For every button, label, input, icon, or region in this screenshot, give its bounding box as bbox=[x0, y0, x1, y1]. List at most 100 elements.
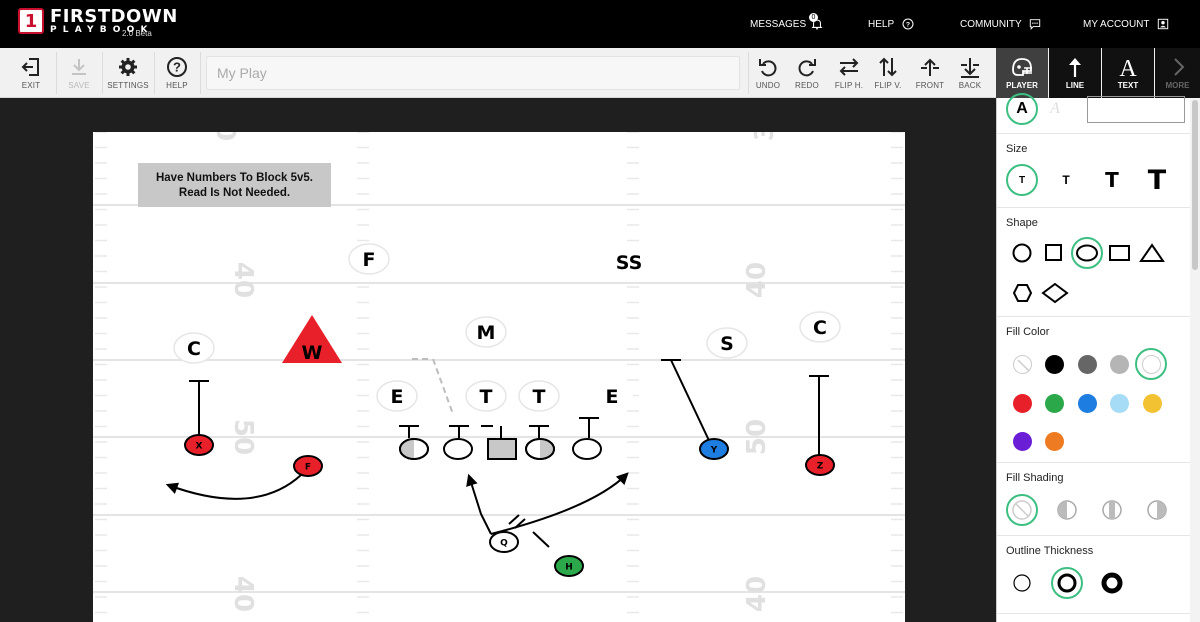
defender-ss[interactable]: SS bbox=[608, 246, 650, 278]
text-color-input[interactable] bbox=[1087, 96, 1185, 123]
undo-button[interactable]: UNDO bbox=[752, 48, 784, 98]
swatch-light-gray[interactable] bbox=[1110, 355, 1129, 374]
community-link[interactable]: COMMUNITY bbox=[960, 0, 1041, 48]
shading-right-option[interactable] bbox=[1147, 500, 1167, 520]
tab-player[interactable]: PLAYER bbox=[996, 48, 1048, 98]
flip-vertical-button[interactable]: FLIP V. bbox=[871, 48, 905, 98]
route-h[interactable] bbox=[532, 531, 550, 548]
defender-w[interactable]: W bbox=[282, 315, 342, 364]
defender-t-right[interactable]: T bbox=[518, 380, 560, 412]
messages-link[interactable]: MESSAGES 0 bbox=[750, 0, 823, 48]
send-back-button[interactable]: BACK bbox=[953, 48, 987, 98]
text-icon: A bbox=[1119, 56, 1137, 78]
shape-square-option[interactable] bbox=[1045, 244, 1062, 261]
shape-oval-option[interactable] bbox=[1076, 244, 1098, 262]
size-large-option[interactable]: T bbox=[1096, 164, 1128, 196]
shape-triangle-option[interactable] bbox=[1139, 243, 1165, 262]
yard-number: 3 bbox=[750, 132, 780, 141]
swatch-yellow[interactable] bbox=[1143, 394, 1162, 413]
redo-button[interactable]: REDO bbox=[791, 48, 823, 98]
player-lg[interactable] bbox=[443, 438, 473, 460]
shading-options[interactable] bbox=[997, 491, 1191, 531]
player-f[interactable]: F bbox=[293, 455, 323, 477]
bold-text-option[interactable]: A bbox=[1006, 93, 1038, 125]
flip-horizontal-button[interactable]: FLIP H. bbox=[830, 48, 868, 98]
help-button[interactable]: ? HELP bbox=[160, 48, 194, 98]
size-medium-option[interactable]: T bbox=[1050, 164, 1082, 196]
light-text-option[interactable]: A bbox=[1039, 93, 1071, 125]
toolbar-divider bbox=[200, 52, 201, 94]
player-q[interactable]: Q bbox=[489, 531, 519, 553]
player-y[interactable]: Y bbox=[699, 438, 729, 460]
panel-scroll-thumb[interactable] bbox=[1192, 100, 1198, 270]
shading-none-option[interactable] bbox=[1012, 500, 1032, 520]
bring-front-button[interactable]: FRONT bbox=[913, 48, 947, 98]
route-f-arc[interactable] bbox=[165, 474, 302, 500]
app-window: 1 FIRSTDOWN PLAYBOOK 2.0 Beta MESSAGES 0… bbox=[0, 0, 1200, 622]
outline-options[interactable] bbox=[997, 566, 1191, 606]
swatch-green[interactable] bbox=[1045, 394, 1064, 413]
shape-options[interactable] bbox=[997, 234, 1191, 314]
size-small-option[interactable]: T bbox=[1006, 164, 1038, 196]
shape-diamond-option[interactable] bbox=[1041, 282, 1069, 304]
tab-text[interactable]: A TEXT bbox=[1102, 48, 1154, 98]
shape-hexagon-option[interactable] bbox=[1012, 284, 1033, 302]
route-y-block[interactable] bbox=[661, 359, 714, 450]
play-note[interactable]: Have Numbers To Block 5v5. Read Is Not N… bbox=[138, 163, 331, 207]
swatch-black[interactable] bbox=[1045, 355, 1064, 374]
swatch-white-selected[interactable] bbox=[1135, 348, 1167, 380]
help-link[interactable]: HELP ? bbox=[868, 0, 914, 48]
settings-button[interactable]: SETTINGS bbox=[106, 48, 150, 98]
play-field[interactable]: 0 3 40 40 50 50 40 40 Have Numbers To Bl… bbox=[93, 123, 905, 622]
outline-medium-option[interactable] bbox=[1057, 573, 1077, 593]
route-z-block[interactable] bbox=[809, 375, 829, 465]
outline-thin-option[interactable] bbox=[1013, 574, 1031, 592]
logo[interactable]: 1 FIRSTDOWN PLAYBOOK bbox=[18, 8, 178, 36]
save-button[interactable]: SAVE bbox=[62, 48, 96, 98]
tab-line[interactable]: LINE bbox=[1049, 48, 1101, 98]
swatch-orange[interactable] bbox=[1045, 432, 1064, 451]
defender-e-right[interactable]: E bbox=[591, 380, 633, 412]
route-q-left[interactable] bbox=[466, 473, 492, 535]
swatch-none[interactable] bbox=[1013, 355, 1032, 374]
field-diagram[interactable]: 0 3 40 40 50 50 40 40 Have Numbers To Bl… bbox=[93, 123, 905, 622]
version-label: 2.0 Beta bbox=[122, 29, 152, 38]
player-center[interactable] bbox=[487, 438, 517, 460]
shading-left-option[interactable] bbox=[1057, 500, 1077, 520]
player-rt[interactable] bbox=[572, 438, 602, 460]
exit-button[interactable]: EXIT bbox=[14, 48, 48, 98]
swatch-blue[interactable] bbox=[1078, 394, 1097, 413]
shape-rectangle-option[interactable] bbox=[1109, 245, 1130, 261]
player-z[interactable]: Z bbox=[805, 454, 835, 476]
swatch-light-blue[interactable] bbox=[1110, 394, 1129, 413]
block-rt bbox=[579, 417, 599, 438]
defender-e-left[interactable]: E bbox=[376, 380, 418, 412]
player-lt[interactable] bbox=[399, 438, 429, 460]
offensive-line[interactable] bbox=[399, 438, 602, 460]
swatch-red[interactable] bbox=[1013, 394, 1032, 413]
outline-thick-option[interactable] bbox=[1101, 572, 1123, 594]
defender-f[interactable]: F bbox=[348, 243, 390, 275]
defense[interactable]: F SS M C S C W E T T E bbox=[173, 243, 841, 412]
player-rg[interactable] bbox=[525, 438, 555, 460]
defender-t-left[interactable]: T bbox=[465, 380, 507, 412]
swatch-dark-gray[interactable] bbox=[1078, 355, 1097, 374]
play-name-input[interactable]: My Play bbox=[206, 56, 740, 90]
route-q-right[interactable] bbox=[490, 472, 629, 535]
svg-text:W: W bbox=[302, 342, 323, 364]
defender-c-left[interactable]: C bbox=[173, 332, 215, 364]
tab-more[interactable]: MORE bbox=[1155, 48, 1200, 98]
player-x[interactable]: X bbox=[184, 434, 214, 456]
size-xlarge-option[interactable]: T bbox=[1141, 164, 1173, 196]
defender-m[interactable]: M bbox=[465, 316, 507, 348]
defender-c-right[interactable]: C bbox=[799, 311, 841, 343]
fill-shading-section: Fill Shading bbox=[997, 463, 1191, 536]
account-link[interactable]: MY ACCOUNT bbox=[1083, 0, 1169, 48]
swatch-purple[interactable] bbox=[1013, 432, 1032, 451]
dashed-read-line[interactable] bbox=[412, 358, 454, 415]
player-h[interactable]: H bbox=[554, 555, 584, 577]
shading-center-option[interactable] bbox=[1102, 500, 1122, 520]
defender-s[interactable]: S bbox=[706, 327, 748, 359]
shape-circle-option[interactable] bbox=[1012, 243, 1032, 263]
send-back-icon bbox=[961, 58, 979, 78]
